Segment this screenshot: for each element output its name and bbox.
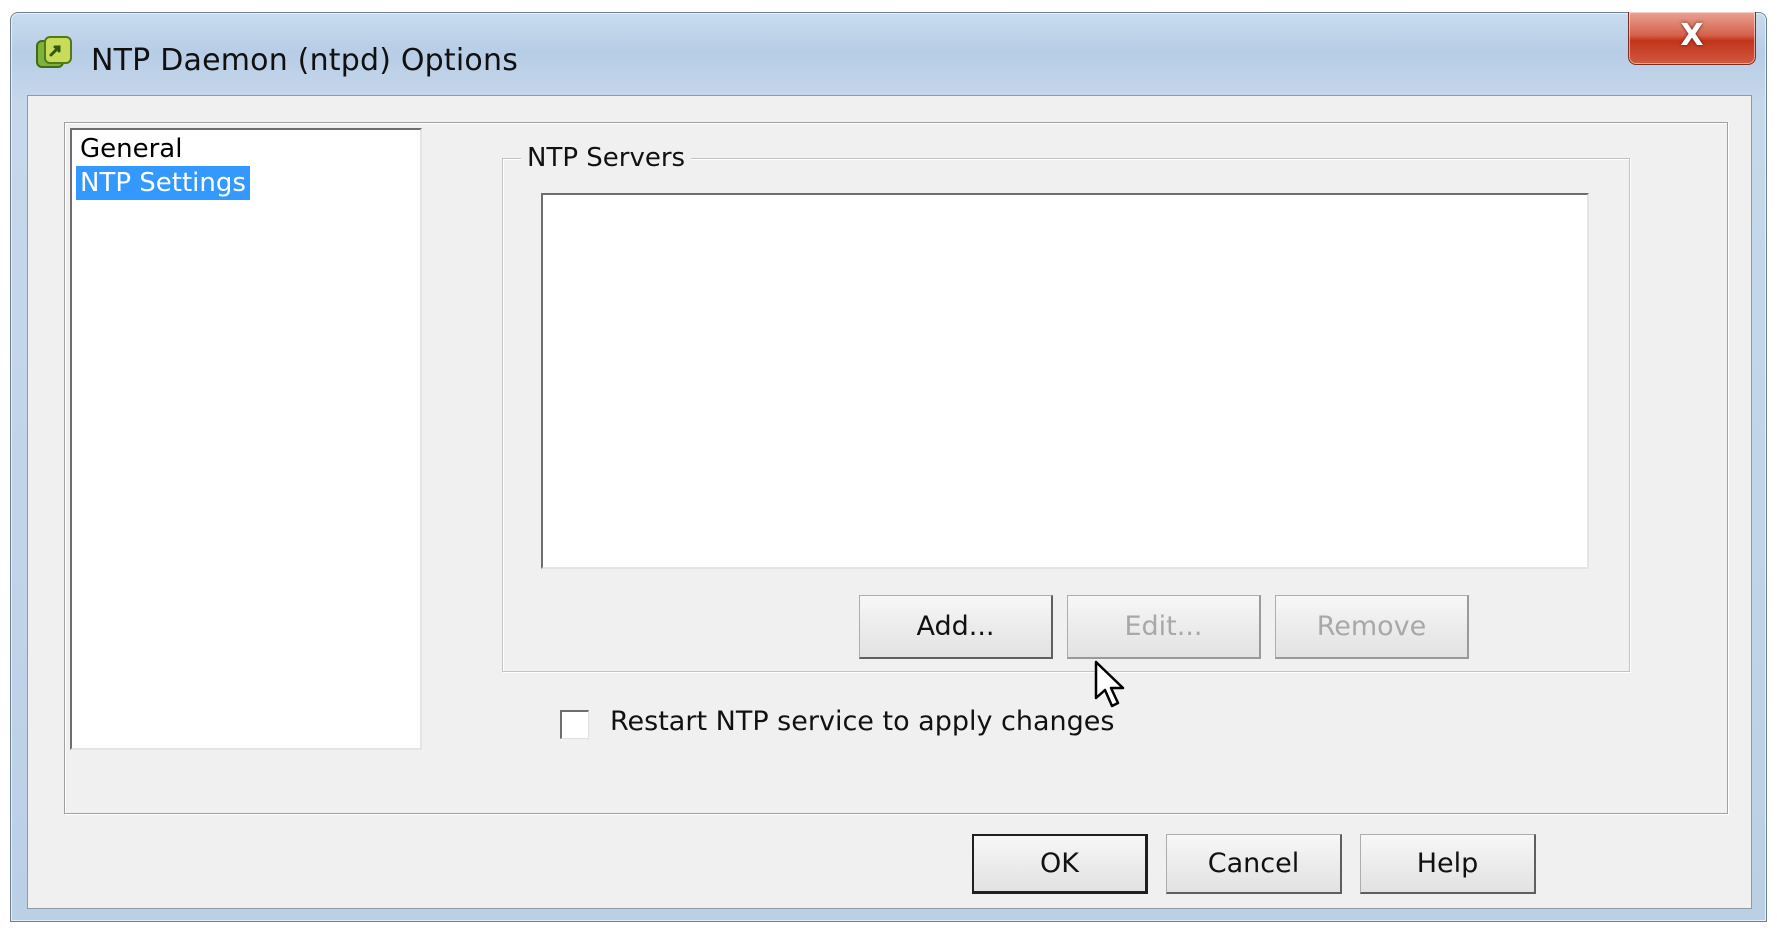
- cancel-button[interactable]: Cancel: [1166, 834, 1342, 894]
- close-icon: X: [1680, 18, 1704, 53]
- remove-server-button[interactable]: Remove: [1275, 595, 1469, 659]
- restart-ntp-checkbox[interactable]: [560, 710, 589, 739]
- close-button[interactable]: X: [1628, 12, 1756, 65]
- dialog-window: NTP Daemon (ntpd) Options X General NTP …: [10, 12, 1767, 922]
- dialog-title: NTP Daemon (ntpd) Options: [91, 43, 519, 78]
- settings-nav-list[interactable]: General NTP Settings: [70, 128, 422, 750]
- ntp-servers-group: NTP Servers Add... Edit... Remove: [502, 140, 1630, 672]
- title-bar[interactable]: NTP Daemon (ntpd) Options X: [11, 12, 1766, 93]
- add-server-button[interactable]: Add...: [859, 595, 1053, 659]
- ntp-servers-group-label: NTP Servers: [521, 140, 692, 176]
- nav-item-ntp-settings[interactable]: NTP Settings: [76, 166, 250, 200]
- nav-item-general[interactable]: General: [76, 132, 186, 166]
- mouse-cursor-icon: [1094, 660, 1125, 708]
- app-icon: [36, 36, 72, 68]
- dialog-body: General NTP Settings NTP Servers Add... …: [27, 95, 1752, 909]
- ntp-server-list[interactable]: [541, 193, 1589, 569]
- restart-ntp-label[interactable]: Restart NTP service to apply changes: [610, 706, 1114, 737]
- help-button[interactable]: Help: [1360, 834, 1536, 894]
- edit-server-button[interactable]: Edit...: [1067, 595, 1261, 659]
- ok-button[interactable]: OK: [972, 834, 1148, 894]
